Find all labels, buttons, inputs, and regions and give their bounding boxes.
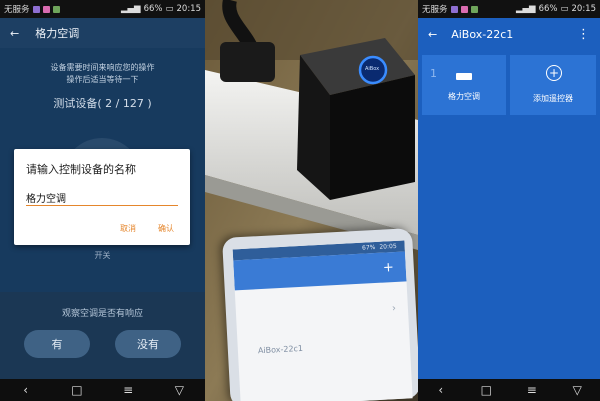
cancel-button[interactable]: 取消	[120, 223, 136, 234]
nav-back-icon[interactable]: ‹	[14, 383, 38, 397]
clock: 20:15	[176, 4, 202, 14]
app-header: ← AiBox-22c1 ⋮	[418, 18, 600, 50]
app-notification-icon	[470, 5, 478, 13]
carrier-text: 无服务	[422, 5, 448, 15]
app-header: ← 格力空调	[0, 18, 205, 48]
photo-phone-battery: 67%	[361, 243, 376, 252]
nav-recents-icon[interactable]: ≡	[520, 383, 544, 397]
battery-icon: ▭	[560, 4, 569, 14]
phone-in-photo: 67% 20:05 + › AiBox-22c1	[222, 228, 418, 401]
signal-icon: ▂▄▆	[120, 4, 141, 14]
card-label: 格力空调	[448, 92, 480, 101]
nav-notification-icon[interactable]: ▽	[565, 383, 589, 397]
app-notification-icon	[52, 5, 60, 13]
nav-home-icon[interactable]: □	[65, 383, 89, 397]
photo-phone-list-item: AiBox-22c1	[257, 343, 304, 356]
remote-card-gree-ac[interactable]: 1 格力空调	[422, 55, 506, 115]
page-title: AiBox-22c1	[451, 27, 514, 41]
ac-unit-icon	[456, 73, 472, 80]
carrier-text: 无服务	[4, 5, 30, 15]
photo-phone-time: 20:05	[379, 242, 397, 251]
yes-button[interactable]: 有	[24, 330, 90, 358]
battery-text: 66%	[538, 4, 558, 14]
status-bar: 无服务 ▂▄▆ 66% ▭ 20:15	[418, 0, 600, 18]
battery-icon: ▭	[165, 4, 174, 14]
hint-line: 设备需要时间来响应您的操作	[50, 63, 155, 72]
no-button[interactable]: 没有	[115, 330, 181, 358]
right-phone-screen: 无服务 ▂▄▆ 66% ▭ 20:15 ← AiBox-22c1 ⋮ 1 格力空…	[418, 0, 600, 401]
more-menu-icon[interactable]: ⋮	[577, 27, 590, 42]
add-remote-card[interactable]: + 添加遥控器	[510, 55, 596, 115]
card-label: 添加遥控器	[533, 94, 573, 103]
system-nav-bar: ‹ □ ≡ ▽	[0, 379, 205, 401]
nav-back-icon[interactable]: ‹	[429, 383, 453, 397]
operation-hint: 设备需要时间来响应您的操作 操作后适当等待一下	[0, 62, 205, 86]
battery-text: 66%	[143, 4, 163, 14]
device-name-input[interactable]	[26, 189, 178, 206]
aibox-device	[297, 38, 415, 200]
back-arrow-icon[interactable]: ←	[428, 28, 437, 41]
phone-in-photo-screen: 67% 20:05 + › AiBox-22c1	[232, 240, 413, 401]
dialog-title: 请输入控制设备的名称	[26, 163, 136, 176]
app-notification-icon	[42, 5, 50, 13]
device-logo-text: AiBox	[365, 66, 380, 72]
app-notification-icon	[32, 5, 40, 13]
confirm-button[interactable]: 确认	[158, 223, 174, 234]
card-index: 1	[430, 67, 437, 80]
product-photo: AiBox 67% 20:05 + › AiBox-22c1	[205, 0, 418, 401]
left-phone-screen: 无服务 ▂▄▆ 66% ▭ 20:15 ← 格力空调 设备需要时间来响应您的操作…	[0, 0, 205, 401]
response-question: 观察空调是否有响应	[61, 309, 143, 319]
nav-notification-icon[interactable]: ▽	[167, 383, 191, 397]
plus-circle-icon: +	[546, 65, 562, 81]
signal-icon: ▂▄▆	[515, 4, 536, 14]
back-arrow-icon[interactable]: ←	[10, 27, 19, 40]
status-bar: 无服务 ▂▄▆ 66% ▭ 20:15	[0, 0, 205, 18]
test-progress: 测试设备( 2 / 127 )	[53, 97, 152, 110]
switch-label: 开关	[94, 251, 111, 260]
add-icon: +	[382, 259, 395, 276]
system-nav-bar: ‹ □ ≡ ▽	[418, 379, 600, 401]
app-notification-icon	[460, 5, 468, 13]
hint-line: 操作后适当等待一下	[66, 75, 139, 84]
clock: 20:15	[571, 4, 597, 14]
power-plug	[220, 42, 275, 82]
page-title: 格力空调	[35, 27, 80, 40]
chevron-right-icon: ›	[391, 303, 397, 315]
nav-home-icon[interactable]: □	[474, 383, 498, 397]
app-notification-icon	[450, 5, 458, 13]
nav-recents-icon[interactable]: ≡	[116, 383, 140, 397]
name-input-dialog: 请输入控制设备的名称 取消 确认	[14, 149, 190, 245]
